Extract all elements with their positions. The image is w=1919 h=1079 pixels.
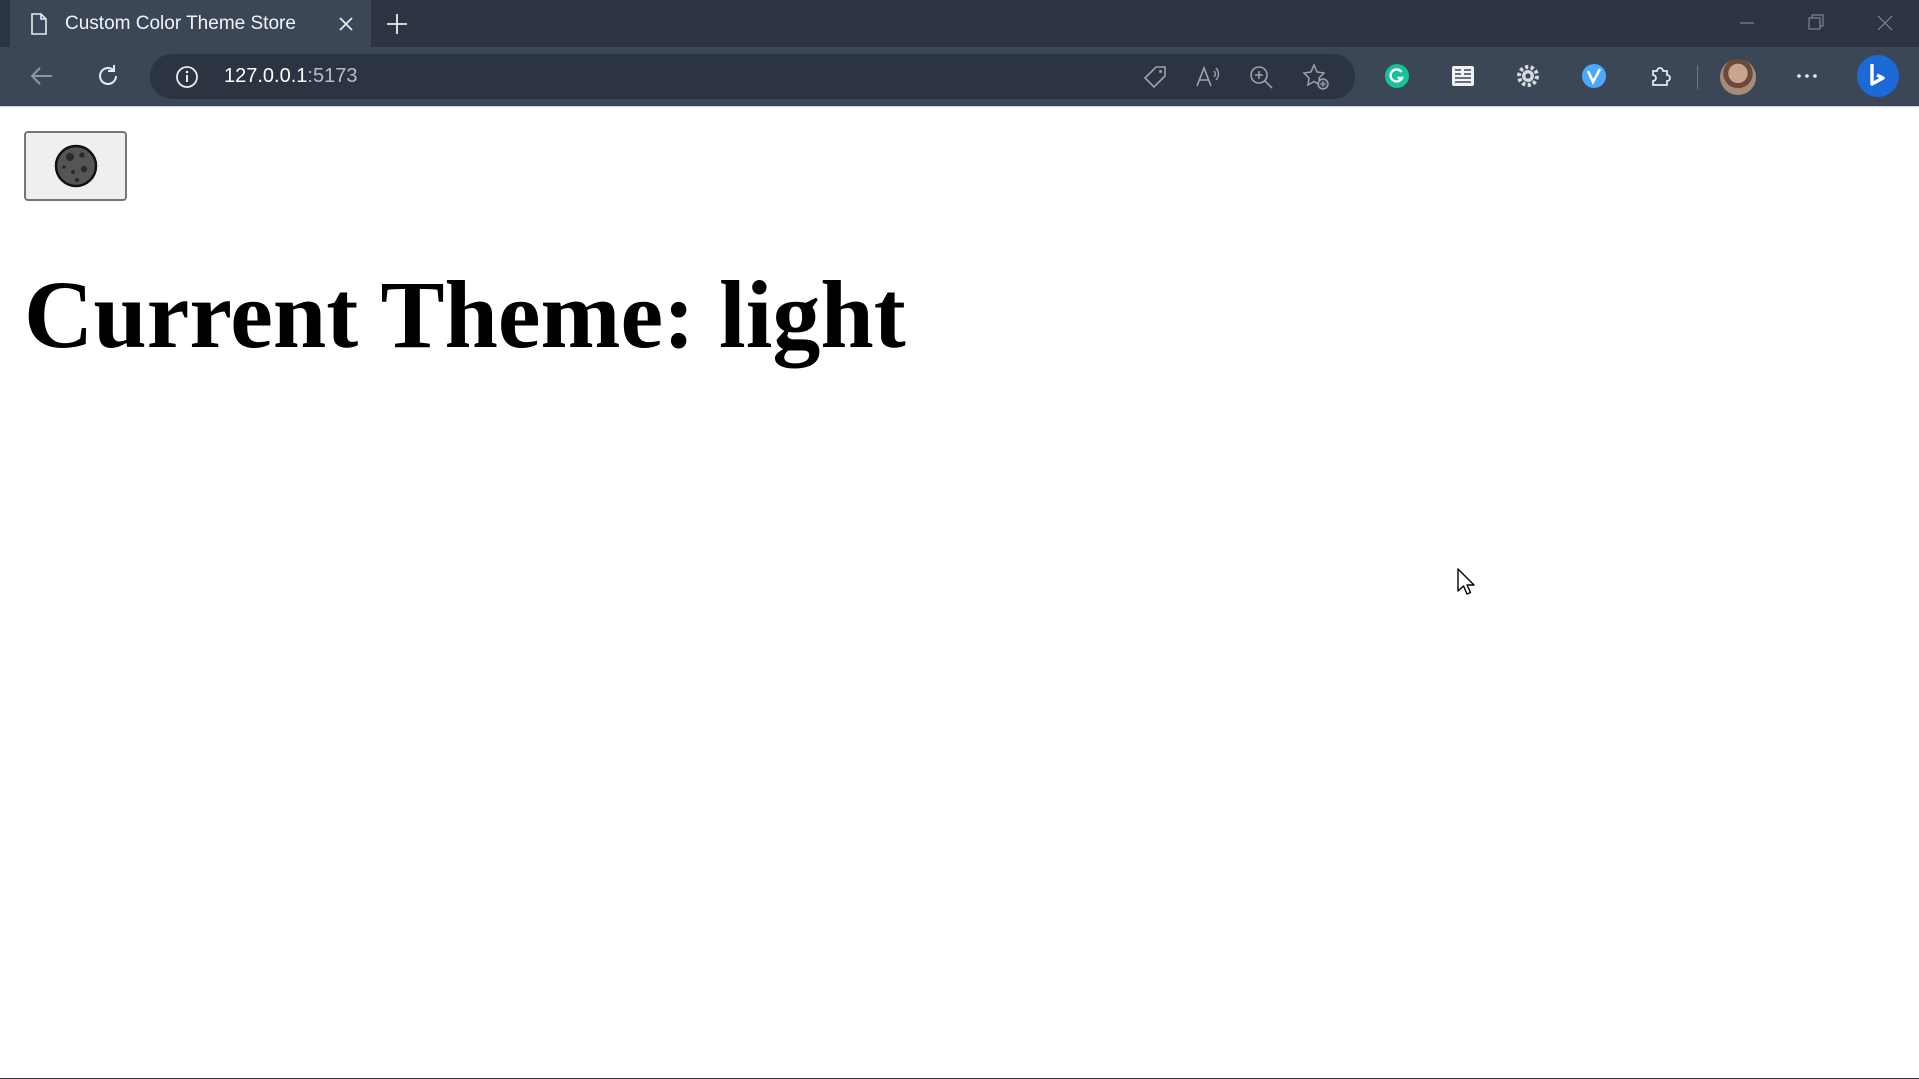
tab-active[interactable]: Custom Color Theme Store bbox=[10, 0, 371, 47]
toolbar-divider bbox=[1697, 65, 1698, 89]
puzzle-icon[interactable] bbox=[1644, 59, 1678, 93]
zoom-icon[interactable] bbox=[1246, 62, 1276, 92]
window-close-icon[interactable] bbox=[1872, 10, 1898, 36]
new-tab-icon[interactable] bbox=[384, 11, 410, 37]
bing-copilot-icon[interactable] bbox=[1855, 53, 1901, 99]
url-port: :5173 bbox=[307, 65, 358, 87]
grammarly-icon[interactable] bbox=[1380, 59, 1414, 93]
tab-title: Custom Color Theme Store bbox=[65, 13, 296, 34]
url-text[interactable]: 127.0.0.1:5173 bbox=[224, 54, 357, 99]
minimize-icon[interactable] bbox=[1734, 10, 1760, 36]
info-icon[interactable] bbox=[174, 64, 200, 90]
read-aloud-icon[interactable] bbox=[1193, 62, 1223, 92]
browser-toolbar: 127.0.0.1:5173 bbox=[0, 47, 1919, 106]
address-bar[interactable]: 127.0.0.1:5173 bbox=[150, 54, 1355, 99]
page-content: Current Theme: light bbox=[0, 107, 1919, 1079]
close-icon[interactable] bbox=[335, 13, 357, 35]
theme-toggle-button[interactable] bbox=[24, 131, 127, 201]
tag-icon[interactable] bbox=[1140, 62, 1170, 92]
page-icon bbox=[31, 13, 47, 35]
tab-strip: Custom Color Theme Store bbox=[0, 0, 1919, 47]
gear-icon[interactable] bbox=[1511, 59, 1545, 93]
reader-icon[interactable] bbox=[1446, 59, 1480, 93]
url-host: 127.0.0.1 bbox=[224, 65, 308, 87]
profile-avatar[interactable] bbox=[1720, 59, 1756, 95]
reload-icon[interactable] bbox=[93, 61, 123, 91]
back-arrow-icon[interactable] bbox=[27, 61, 57, 91]
restore-icon[interactable] bbox=[1803, 10, 1829, 36]
more-options-icon[interactable] bbox=[1790, 59, 1824, 93]
add-favorite-icon[interactable] bbox=[1301, 62, 1331, 92]
moon-icon bbox=[54, 144, 97, 188]
vpn-icon[interactable] bbox=[1577, 59, 1611, 93]
current-theme-heading: Current Theme: light bbox=[24, 261, 906, 368]
browser-window: Custom Color Theme Store 127.0.0.1:5173 … bbox=[0, 0, 1919, 1079]
